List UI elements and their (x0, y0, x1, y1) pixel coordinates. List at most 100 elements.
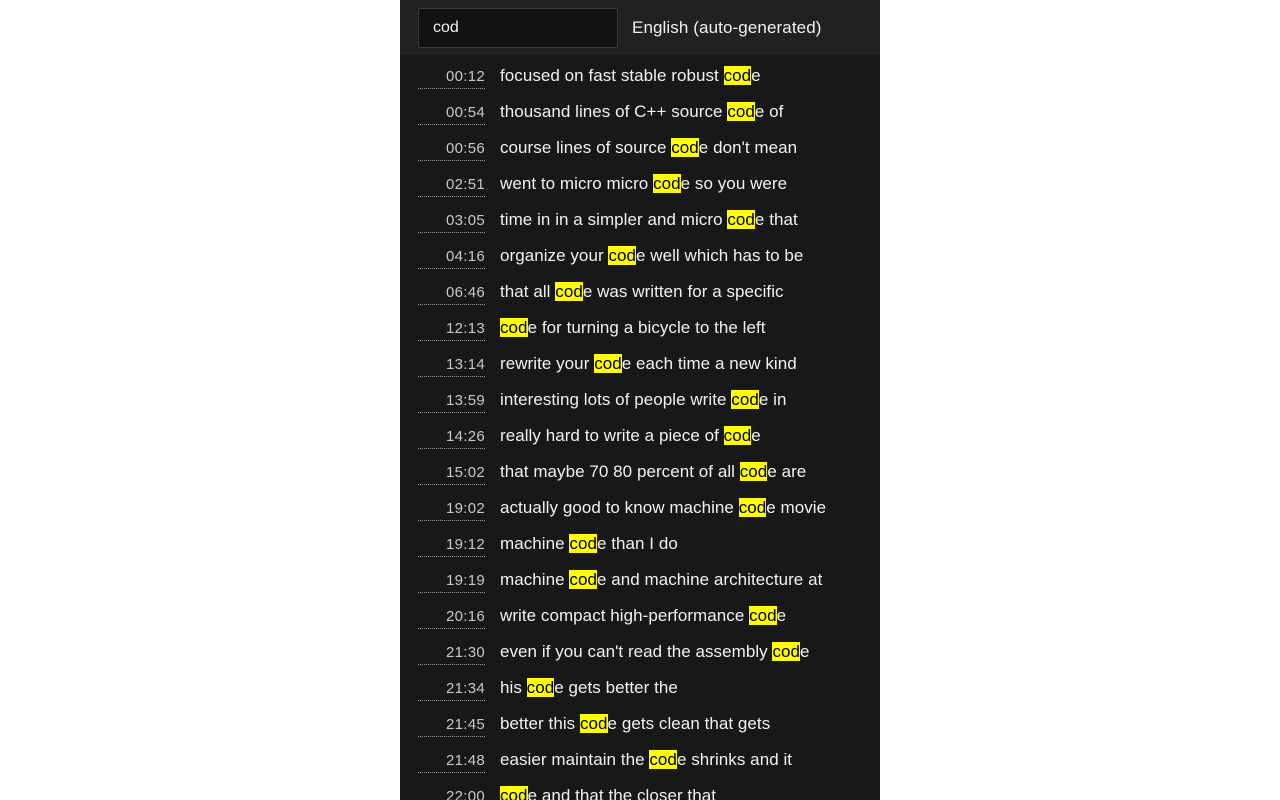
transcript-text[interactable]: time in in a simpler and micro code that (500, 210, 798, 230)
transcript-timestamp[interactable]: 06:46 (418, 283, 485, 305)
transcript-timestamp[interactable]: 02:51 (418, 175, 485, 197)
transcript-row[interactable]: 21:30 even if you can't read the assembly… (400, 642, 880, 678)
transcript-row[interactable]: 22:00 code and that the closer that (400, 786, 880, 800)
transcript-text-post: e gets clean that gets (607, 714, 771, 733)
transcript-row[interactable]: 12:13 code for turning a bicycle to the l… (400, 318, 880, 354)
transcript-text-pre: interesting lots of people write (500, 390, 732, 409)
transcript-text-pre: easier maintain the (500, 750, 650, 769)
transcript-text[interactable]: really hard to write a piece of code (500, 426, 761, 446)
transcript-search-highlight: cod (739, 462, 768, 481)
transcript-text-post: e shrinks and it (676, 750, 793, 769)
transcript-search-highlight: cod (723, 66, 752, 85)
transcript-text[interactable]: interesting lots of people write code in (500, 390, 786, 410)
transcript-text-post: e in (758, 390, 787, 409)
transcript-row[interactable]: 00:54 thousand lines of C++ source code … (400, 102, 880, 138)
transcript-row[interactable]: 19:02 actually good to know machine code… (400, 498, 880, 534)
transcript-row[interactable]: 13:14 rewrite your code each time a new … (400, 354, 880, 390)
transcript-text-pre: went to micro micro (500, 174, 654, 193)
transcript-text-pre: his (500, 678, 527, 697)
transcript-timestamp[interactable]: 21:34 (418, 679, 485, 701)
transcript-text-post: e was written for a specific (582, 282, 784, 301)
transcript-text-pre: course lines of source (500, 138, 672, 157)
transcript-row[interactable]: 00:12 focused on fast stable robust code (400, 66, 880, 102)
transcript-timestamp[interactable]: 14:26 (418, 427, 485, 449)
transcript-timestamp[interactable]: 04:16 (418, 247, 485, 269)
transcript-text[interactable]: code for turning a bicycle to the left (500, 318, 766, 338)
transcript-text-pre: time in in a simpler and micro (500, 210, 728, 229)
transcript-search-highlight: cod (569, 570, 597, 589)
transcript-search-highlight: cod (738, 498, 767, 517)
transcript-text[interactable]: machine code and machine architecture at (500, 570, 822, 590)
transcript-row[interactable]: 04:16 organize your code well which has t… (400, 246, 880, 282)
transcript-timestamp[interactable]: 19:02 (418, 499, 485, 521)
transcript-text[interactable]: went to micro micro code so you were (500, 174, 787, 194)
transcript-timestamp[interactable]: 21:30 (418, 643, 485, 665)
transcript-row[interactable]: 19:12 machine code than I do (400, 534, 880, 570)
transcript-text[interactable]: better this code gets clean that gets (500, 714, 770, 734)
transcript-text[interactable]: that maybe 70 80 percent of all code are (500, 462, 806, 482)
transcript-search-highlight: cod (723, 426, 752, 445)
transcript-timestamp[interactable]: 22:00 (418, 787, 485, 800)
transcript-row[interactable]: 03:05 time in in a simpler and micro cod… (400, 210, 880, 246)
transcript-timestamp[interactable]: 13:14 (418, 355, 485, 377)
transcript-row[interactable]: 13:59 interesting lots of people write c… (400, 390, 880, 426)
transcript-search-highlight: cod (731, 390, 759, 409)
transcript-text-pre: organize your (500, 246, 609, 265)
transcript-row[interactable]: 21:45 better this code gets clean that ge… (400, 714, 880, 750)
search-input[interactable] (418, 7, 618, 48)
transcript-row[interactable]: 14:26 really hard to write a piece of co… (400, 426, 880, 462)
transcript-timestamp[interactable]: 19:12 (418, 535, 485, 557)
transcript-header: English (auto-generated) (400, 0, 880, 55)
transcript-text-post: e well which has to be (636, 246, 804, 265)
transcript-list[interactable]: 00:12 focused on fast stable robust code 0… (400, 55, 880, 800)
transcript-text-post: e gets better the (554, 678, 678, 697)
transcript-text-post: e so you were (680, 174, 788, 193)
transcript-timestamp[interactable]: 13:59 (418, 391, 485, 413)
transcript-timestamp[interactable]: 21:48 (418, 751, 485, 773)
transcript-text[interactable]: course lines of source code don't mean (500, 138, 797, 158)
transcript-row[interactable]: 00:56 course lines of source code don't … (400, 138, 880, 174)
transcript-timestamp[interactable]: 20:16 (418, 607, 485, 629)
transcript-search-highlight: cod (526, 678, 555, 697)
transcript-search-highlight: cod (749, 606, 777, 625)
transcript-row[interactable]: 06:46 that all code was written for a sp… (400, 282, 880, 318)
transcript-text-pre: that all (500, 282, 556, 301)
transcript-text-pre: write compact high-performance (500, 606, 750, 625)
transcript-row[interactable]: 19:19 machine code and machine architect… (400, 570, 880, 606)
transcript-text-pre: really hard to write a piece of (500, 426, 724, 445)
transcript-timestamp[interactable]: 03:05 (418, 211, 485, 233)
transcript-timestamp[interactable]: 21:45 (418, 715, 485, 737)
transcript-row[interactable]: 21:48 easier maintain the code shrinks an… (400, 750, 880, 786)
transcript-search-highlight: cod (594, 354, 622, 373)
transcript-row[interactable]: 02:51 went to micro micro code so you wer… (400, 174, 880, 210)
transcript-text[interactable]: even if you can't read the assembly code (500, 642, 810, 662)
transcript-timestamp[interactable]: 15:02 (418, 463, 485, 485)
transcript-text-post: e (800, 642, 810, 661)
transcript-text[interactable]: easier maintain the code shrinks and it (500, 750, 792, 770)
transcript-text[interactable]: thousand lines of C++ source code of (500, 102, 783, 122)
transcript-text[interactable]: actually good to know machine code movie (500, 498, 826, 518)
transcript-text[interactable]: code and that the closer that (500, 786, 716, 800)
transcript-search-highlight: cod (608, 246, 636, 265)
transcript-text-post: e and that the closer that (527, 786, 716, 800)
transcript-timestamp[interactable]: 00:56 (418, 139, 485, 161)
transcript-text[interactable]: his code gets better the (500, 678, 678, 698)
language-selector-label[interactable]: English (auto-generated) (632, 18, 822, 38)
transcript-timestamp[interactable]: 12:13 (418, 319, 485, 341)
transcript-timestamp[interactable]: 00:54 (418, 103, 485, 125)
transcript-text-post: e (776, 606, 787, 625)
transcript-row[interactable]: 15:02 that maybe 70 80 percent of all cod… (400, 462, 880, 498)
transcript-text[interactable]: write compact high-performance code (500, 606, 786, 626)
transcript-text[interactable]: rewrite your code each time a new kind (500, 354, 797, 374)
transcript-text[interactable]: that all code was written for a specific (500, 282, 784, 302)
transcript-search-highlight: cod (727, 210, 755, 229)
transcript-row[interactable]: 20:16 write compact high-performance code (400, 606, 880, 642)
transcript-timestamp[interactable]: 00:12 (418, 67, 485, 89)
transcript-row[interactable]: 21:34 his code gets better the (400, 678, 880, 714)
transcript-search-highlight: cod (555, 282, 583, 301)
transcript-text-post: e each time a new kind (621, 354, 797, 373)
transcript-timestamp[interactable]: 19:19 (418, 571, 485, 593)
transcript-text[interactable]: machine code than I do (500, 534, 678, 554)
transcript-text[interactable]: organize your code well which has to be (500, 246, 803, 266)
transcript-text[interactable]: focused on fast stable robust code (500, 66, 761, 86)
